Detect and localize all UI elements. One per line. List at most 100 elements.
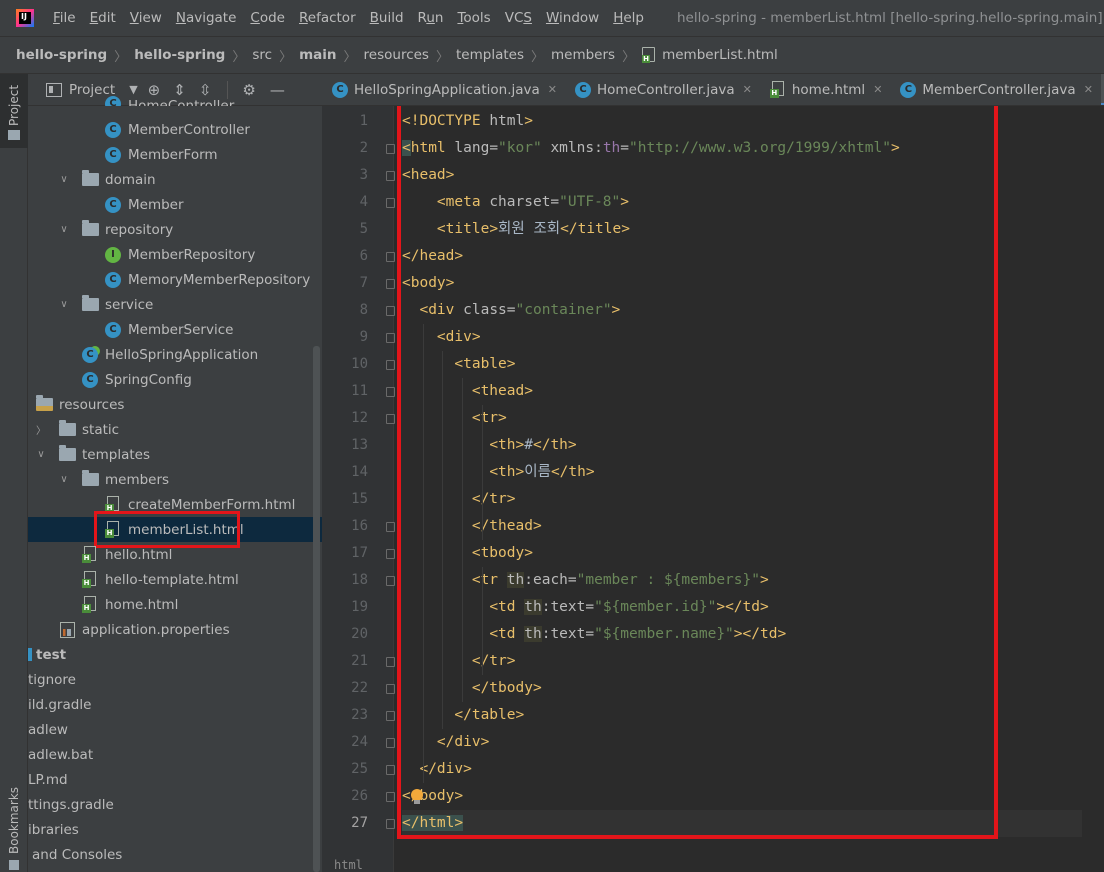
code-line[interactable]: <title>회원 조회</title> (402, 216, 1082, 243)
fold-marker-icon[interactable] (386, 684, 395, 694)
tree-item-build-gradle[interactable]: ild.gradle (28, 692, 322, 717)
menu-edit[interactable]: Edit (90, 10, 116, 26)
tree-item-gradlew-bat[interactable]: adlew.bat (28, 742, 322, 767)
tree-item-hello-template[interactable]: Hhello-template.html (28, 567, 322, 592)
fold-marker-icon[interactable] (386, 198, 395, 208)
tree-item-gradlew[interactable]: adlew (28, 717, 322, 742)
tree-item-home[interactable]: Hhome.html (28, 592, 322, 617)
fold-marker-icon[interactable] (386, 333, 395, 343)
tree-item-members[interactable]: ∨ members (28, 467, 322, 492)
tree-item-repository[interactable]: ∨ repository (28, 217, 322, 242)
code-line[interactable]: <td th:text="${member.name}"></td> (402, 621, 1082, 648)
code-line[interactable]: <head> (402, 162, 1082, 189)
code-line[interactable]: <table> (402, 351, 1082, 378)
code-editor[interactable]: 1 2 3 4 5 6 7 8 9 10 11 12 13 14 15 16 17 18 19 20 21 22 23 24 2… (322, 106, 1104, 872)
tree-item-hello[interactable]: Hhello.html (28, 542, 322, 567)
fold-marker-icon[interactable] (386, 306, 395, 316)
fold-marker-icon[interactable] (386, 414, 395, 424)
tree-item-memberform[interactable]: C MemberForm (28, 142, 322, 167)
menu-refactor[interactable]: Refactor (299, 10, 356, 26)
code-line[interactable]: </tbody> (402, 675, 1082, 702)
fold-marker-icon[interactable] (386, 657, 395, 667)
fold-marker-icon[interactable] (386, 144, 395, 154)
tree-item-domain[interactable]: ∨ domain (28, 167, 322, 192)
code-line[interactable]: <!DOCTYPE html> (402, 108, 1082, 135)
code-line[interactable]: <html lang="kor" xmlns:th="http://www.w3… (402, 135, 1082, 162)
tree-item-memorymemberrepository[interactable]: C MemoryMemberRepository (28, 267, 322, 292)
code-line[interactable]: <thead> (402, 378, 1082, 405)
breadcrumb-templates[interactable]: templates (456, 47, 524, 63)
close-icon[interactable]: ✕ (743, 83, 752, 96)
code-line[interactable]: <div class="container"> (402, 297, 1082, 324)
tree-item-help-md[interactable]: LP.md (28, 767, 322, 792)
tree-item-member[interactable]: C Member (28, 192, 322, 217)
code-line[interactable]: </div> (402, 729, 1082, 756)
fold-marker-icon[interactable] (386, 792, 395, 802)
close-icon[interactable]: ✕ (1084, 83, 1093, 96)
lightbulb-icon[interactable] (410, 789, 424, 805)
code-line[interactable]: <div> (402, 324, 1082, 351)
breadcrumb-file[interactable]: memberList.html (662, 47, 778, 63)
fold-marker-icon[interactable] (386, 279, 395, 289)
fold-marker-icon[interactable] (386, 711, 395, 721)
chevron-right-icon[interactable]: 〉 (35, 422, 47, 437)
menu-help[interactable]: Help (613, 10, 644, 26)
fold-marker-icon[interactable] (386, 576, 395, 586)
menu-code[interactable]: Code (250, 10, 285, 26)
breadcrumb-src[interactable]: src (252, 47, 272, 63)
menu-window[interactable]: Window (546, 10, 599, 26)
code-line[interactable]: </body> (402, 783, 1082, 810)
fold-marker-icon[interactable] (386, 549, 395, 559)
chevron-down-icon[interactable]: ∨ (58, 174, 70, 185)
code-line[interactable]: </tr> (402, 486, 1082, 513)
scrollbar[interactable] (313, 346, 320, 872)
bookmarks-tool-label[interactable]: Bookmarks (7, 787, 21, 854)
code-line[interactable]: <tr> (402, 405, 1082, 432)
chevron-down-icon[interactable]: ∨ (35, 449, 47, 460)
code-line[interactable]: <tbody> (402, 540, 1082, 567)
tree-item-application-properties[interactable]: application.properties (28, 617, 322, 642)
code-line[interactable]: <td th:text="${member.id}"></td> (402, 594, 1082, 621)
code-line[interactable]: </head> (402, 243, 1082, 270)
tab-hellospringapplication[interactable]: C HelloSpringApplication.java ✕ (322, 74, 565, 105)
menu-run[interactable]: Run (418, 10, 444, 26)
tree-item-service[interactable]: ∨ service (28, 292, 322, 317)
code-line[interactable]: </html> (402, 810, 1082, 837)
fold-marker-icon[interactable] (386, 819, 395, 829)
tree-item-springconfig[interactable]: C SpringConfig (28, 367, 322, 392)
menu-view[interactable]: View (130, 10, 162, 26)
code-line[interactable]: <meta charset="UTF-8"> (402, 189, 1082, 216)
tree-item-external-libraries[interactable]: ibraries (28, 817, 322, 842)
code-line[interactable]: </tr> (402, 648, 1082, 675)
fold-marker-icon[interactable] (386, 360, 395, 370)
tree-item-settings-gradle[interactable]: ttings.gradle (28, 792, 322, 817)
chevron-down-icon[interactable]: ∨ (58, 299, 70, 310)
chevron-down-icon[interactable]: ∨ (58, 474, 70, 485)
code-line[interactable]: <th>이름</th> (402, 459, 1082, 486)
fold-marker-icon[interactable] (386, 171, 395, 181)
close-icon[interactable]: ✕ (548, 83, 557, 96)
code-line[interactable]: </table> (402, 702, 1082, 729)
tab-membercontroller[interactable]: C MemberController.java ✕ (890, 74, 1101, 105)
tree-item-hellospringapplication[interactable]: C HelloSpringApplication (28, 342, 322, 367)
tree-item-membercontroller[interactable]: C MemberController (28, 117, 322, 142)
breadcrumb-module[interactable]: hello-spring (134, 47, 225, 63)
fold-marker-icon[interactable] (386, 252, 395, 262)
code-line[interactable]: <body> (402, 270, 1082, 297)
code-line[interactable]: <th>#</th> (402, 432, 1082, 459)
tree-item-gitignore[interactable]: tignore (28, 667, 322, 692)
code-line[interactable]: </div> (402, 756, 1082, 783)
code-line[interactable]: </thead> (402, 513, 1082, 540)
breadcrumb-project[interactable]: hello-spring (16, 47, 107, 63)
tree-item-homecontroller[interactable]: C HomeController (28, 92, 322, 106)
intellij-idea-icon[interactable]: IJ (16, 9, 34, 27)
fold-marker-icon[interactable] (386, 738, 395, 748)
tree-item-static[interactable]: 〉 static (28, 417, 322, 442)
tree-item-memberservice[interactable]: C MemberService (28, 317, 322, 342)
fold-marker-icon[interactable] (386, 387, 395, 397)
project-tool-tab[interactable]: Project (0, 74, 28, 148)
breadcrumb-resources[interactable]: resources (364, 47, 429, 63)
fold-marker-icon[interactable] (386, 522, 395, 532)
close-icon[interactable]: ✕ (873, 83, 882, 96)
menu-file[interactable]: File (53, 10, 76, 26)
